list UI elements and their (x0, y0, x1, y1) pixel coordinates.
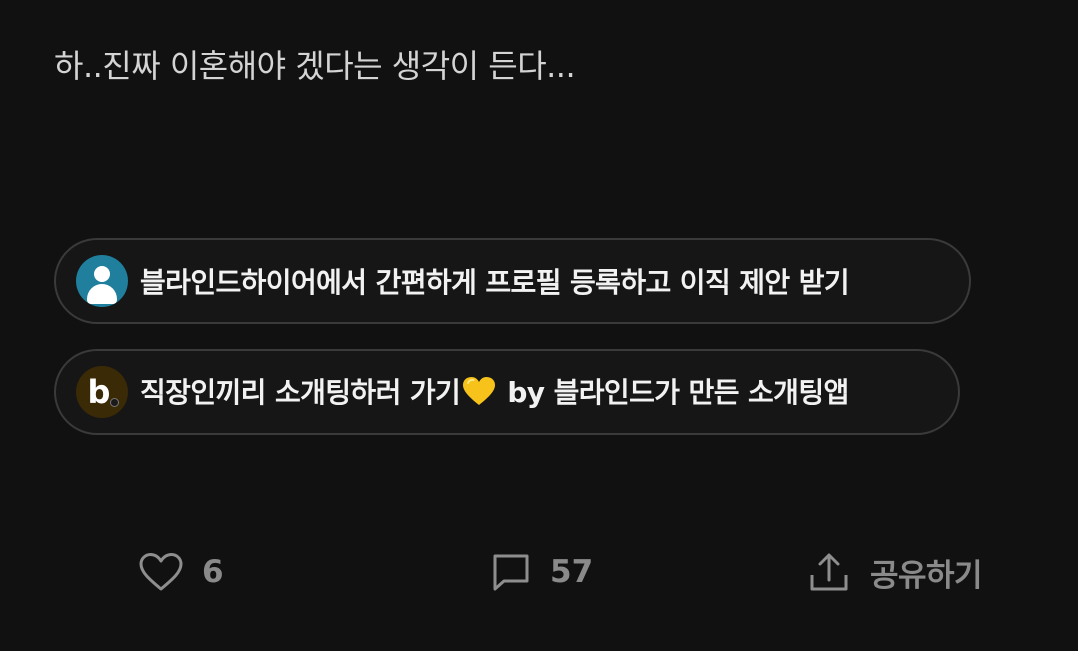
profile-icon (76, 255, 128, 307)
promo-banner-label: 직장인끼리 소개팅하러 가기 by 블라인드가 만든 소개팅앱 (140, 371, 849, 413)
heart-outline-icon (139, 553, 183, 591)
comment-icon (493, 554, 529, 591)
share-icon (810, 553, 848, 591)
yellow-heart-icon (462, 376, 496, 413)
promo-banner-dating-app[interactable]: b 직장인끼리 소개팅하러 가기 by 블라인드가 만든 소개팅앱 (54, 349, 960, 435)
like-button[interactable]: 6 (138, 547, 224, 597)
comment-count: 57 (550, 554, 594, 590)
post-body-text: 하..진짜 이혼해야 겠다는 생각이 든다... (54, 47, 576, 85)
share-label: 공유하기 (870, 557, 983, 594)
promo-label-part-2: by 블라인드가 만든 소개팅앱 (498, 376, 849, 409)
share-button[interactable]: 공유하기 (808, 547, 983, 597)
promo-label-part-1: 직장인끼리 소개팅하러 가기 (140, 376, 461, 409)
blind-b-logo-icon: b (76, 366, 128, 418)
promo-banner-label: 블라인드하이어에서 간편하게 프로필 등록하고 이직 제안 받기 (140, 266, 850, 299)
like-count: 6 (202, 554, 224, 590)
comment-button[interactable]: 57 (490, 547, 593, 597)
promo-banner-blind-hire[interactable]: 블라인드하이어에서 간편하게 프로필 등록하고 이직 제안 받기 (54, 238, 971, 324)
